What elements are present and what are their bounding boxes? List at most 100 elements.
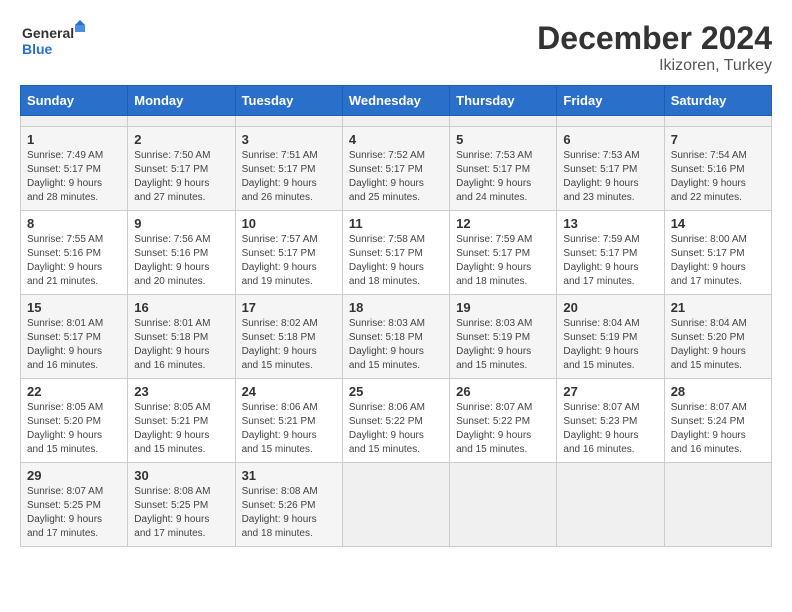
calendar-week-row: 1 Sunrise: 7:49 AMSunset: 5:17 PMDaylight… [21, 127, 772, 211]
day-number: 12 [456, 216, 550, 231]
day-info: Sunrise: 8:01 AMSunset: 5:18 PMDaylight:… [134, 317, 228, 373]
day-number: 23 [134, 384, 228, 399]
table-row: 20 Sunrise: 8:04 AMSunset: 5:19 PMDayligh… [557, 295, 664, 379]
table-row: 31 Sunrise: 8:08 AMSunset: 5:26 PMDayligh… [235, 463, 342, 547]
table-row: 7 Sunrise: 7:54 AMSunset: 5:16 PMDaylight… [664, 127, 771, 211]
main-title: December 2024 [537, 20, 772, 57]
day-info: Sunrise: 7:54 AMSunset: 5:16 PMDaylight:… [671, 149, 765, 205]
day-number: 18 [349, 300, 443, 315]
table-row: 19Sunrise: 8:03 AMSunset: 5:19 PMDayligh… [450, 295, 557, 379]
day-info: Sunrise: 8:07 AMSunset: 5:23 PMDaylight:… [563, 401, 657, 457]
table-row: 6Sunrise: 7:53 AMSunset: 5:17 PMDaylight… [557, 127, 664, 211]
table-row [235, 116, 342, 127]
day-number: 16 [134, 300, 228, 315]
day-number: 31 [242, 468, 336, 483]
day-number: 14 [671, 216, 765, 231]
day-number: 30 [134, 468, 228, 483]
table-row: 28 Sunrise: 8:07 AMSunset: 5:24 PMDayligh… [664, 379, 771, 463]
day-info: Sunrise: 8:04 AMSunset: 5:19 PMDaylight:… [563, 317, 657, 373]
day-number: 10 [242, 216, 336, 231]
header-monday: Monday [128, 86, 235, 116]
logo: General Blue [20, 20, 90, 65]
table-row: 21Sunrise: 8:04 AMSunset: 5:20 PMDayligh… [664, 295, 771, 379]
day-info: Sunrise: 8:08 AMSunset: 5:25 PMDaylight:… [134, 485, 228, 541]
day-info: Sunrise: 7:55 AMSunset: 5:16 PMDaylight:… [27, 233, 121, 289]
header-wednesday: Wednesday [342, 86, 449, 116]
day-number: 20 [563, 300, 657, 315]
table-row: 4Sunrise: 7:52 AMSunset: 5:17 PMDaylight… [342, 127, 449, 211]
table-row [557, 463, 664, 547]
table-row [664, 116, 771, 127]
logo-svg: General Blue [20, 20, 90, 65]
table-row: 10 Sunrise: 7:57 AMSunset: 5:17 PMDayligh… [235, 211, 342, 295]
day-number: 19 [456, 300, 550, 315]
table-row: 25Sunrise: 8:06 AMSunset: 5:22 PMDayligh… [342, 379, 449, 463]
calendar-header-row: Sunday Monday Tuesday Wednesday Thursday… [21, 86, 772, 116]
header-sunday: Sunday [21, 86, 128, 116]
day-info: Sunrise: 8:08 AMSunset: 5:26 PMDaylight:… [242, 485, 336, 541]
day-info: Sunrise: 8:06 AMSunset: 5:22 PMDaylight:… [349, 401, 443, 457]
calendar-week-row: 29 Sunrise: 8:07 AMSunset: 5:25 PMDayligh… [21, 463, 772, 547]
calendar-week-row: 22Sunrise: 8:05 AMSunset: 5:20 PMDayligh… [21, 379, 772, 463]
table-row [450, 116, 557, 127]
day-number: 17 [242, 300, 336, 315]
table-row: 5Sunrise: 7:53 AMSunset: 5:17 PMDaylight… [450, 127, 557, 211]
day-info: Sunrise: 7:58 AMSunset: 5:17 PMDaylight:… [349, 233, 443, 289]
day-info: Sunrise: 8:07 AMSunset: 5:25 PMDaylight:… [27, 485, 121, 541]
table-row: 9Sunrise: 7:56 AMSunset: 5:16 PMDaylight… [128, 211, 235, 295]
day-number: 8 [27, 216, 121, 231]
day-info: Sunrise: 7:56 AMSunset: 5:16 PMDaylight:… [134, 233, 228, 289]
day-info: Sunrise: 7:49 AMSunset: 5:17 PMDaylight:… [27, 149, 121, 205]
title-block: December 2024 Ikizoren, Turkey [537, 20, 772, 75]
day-number: 27 [563, 384, 657, 399]
calendar-week-row: 8 Sunrise: 7:55 AMSunset: 5:16 PMDaylight… [21, 211, 772, 295]
day-info: Sunrise: 8:02 AMSunset: 5:18 PMDaylight:… [242, 317, 336, 373]
day-number: 5 [456, 132, 550, 147]
day-info: Sunrise: 8:05 AMSunset: 5:20 PMDaylight:… [27, 401, 121, 457]
day-info: Sunrise: 8:07 AMSunset: 5:24 PMDaylight:… [671, 401, 765, 457]
day-number: 28 [671, 384, 765, 399]
day-number: 29 [27, 468, 121, 483]
page-header: General Blue December 2024 Ikizoren, Tur… [20, 20, 772, 75]
day-info: Sunrise: 8:06 AMSunset: 5:21 PMDaylight:… [242, 401, 336, 457]
day-number: 6 [563, 132, 657, 147]
calendar-table: Sunday Monday Tuesday Wednesday Thursday… [20, 85, 772, 547]
table-row: 26 Sunrise: 8:07 AMSunset: 5:22 PMDayligh… [450, 379, 557, 463]
table-row: 29 Sunrise: 8:07 AMSunset: 5:25 PMDayligh… [21, 463, 128, 547]
table-row: 2 Sunrise: 7:50 AMSunset: 5:17 PMDaylight… [128, 127, 235, 211]
day-info: Sunrise: 7:51 AMSunset: 5:17 PMDaylight:… [242, 149, 336, 205]
day-info: Sunrise: 7:57 AMSunset: 5:17 PMDaylight:… [242, 233, 336, 289]
day-info: Sunrise: 8:00 AMSunset: 5:17 PMDaylight:… [671, 233, 765, 289]
day-info: Sunrise: 8:05 AMSunset: 5:21 PMDaylight:… [134, 401, 228, 457]
table-row: 18 Sunrise: 8:03 AMSunset: 5:18 PMDayligh… [342, 295, 449, 379]
calendar-week-row: 15 Sunrise: 8:01 AMSunset: 5:17 PMDayligh… [21, 295, 772, 379]
day-number: 2 [134, 132, 228, 147]
day-info: Sunrise: 8:04 AMSunset: 5:20 PMDaylight:… [671, 317, 765, 373]
svg-text:General: General [22, 25, 74, 41]
day-number: 24 [242, 384, 336, 399]
table-row [342, 463, 449, 547]
day-number: 26 [456, 384, 550, 399]
table-row: 24 Sunrise: 8:06 AMSunset: 5:21 PMDayligh… [235, 379, 342, 463]
day-info: Sunrise: 8:07 AMSunset: 5:22 PMDaylight:… [456, 401, 550, 457]
table-row: 8 Sunrise: 7:55 AMSunset: 5:16 PMDaylight… [21, 211, 128, 295]
day-number: 1 [27, 132, 121, 147]
day-number: 7 [671, 132, 765, 147]
header-saturday: Saturday [664, 86, 771, 116]
table-row: 14 Sunrise: 8:00 AMSunset: 5:17 PMDayligh… [664, 211, 771, 295]
day-number: 3 [242, 132, 336, 147]
day-info: Sunrise: 7:50 AMSunset: 5:17 PMDaylight:… [134, 149, 228, 205]
day-number: 13 [563, 216, 657, 231]
day-info: Sunrise: 8:01 AMSunset: 5:17 PMDaylight:… [27, 317, 121, 373]
table-row: 17 Sunrise: 8:02 AMSunset: 5:18 PMDayligh… [235, 295, 342, 379]
table-row: 3 Sunrise: 7:51 AMSunset: 5:17 PMDaylight… [235, 127, 342, 211]
table-row: 22Sunrise: 8:05 AMSunset: 5:20 PMDayligh… [21, 379, 128, 463]
table-row: 16 Sunrise: 8:01 AMSunset: 5:18 PMDayligh… [128, 295, 235, 379]
day-info: Sunrise: 8:03 AMSunset: 5:18 PMDaylight:… [349, 317, 443, 373]
table-row: 30 Sunrise: 8:08 AMSunset: 5:25 PMDayligh… [128, 463, 235, 547]
day-number: 15 [27, 300, 121, 315]
table-row [664, 463, 771, 547]
table-row [450, 463, 557, 547]
day-number: 11 [349, 216, 443, 231]
table-row: 13Sunrise: 7:59 AMSunset: 5:17 PMDayligh… [557, 211, 664, 295]
